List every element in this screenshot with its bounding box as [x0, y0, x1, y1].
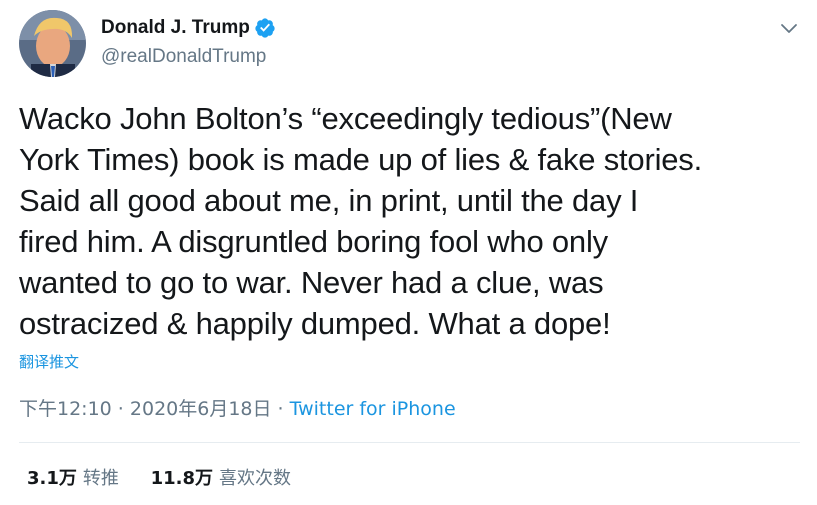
avatar-image — [19, 10, 86, 77]
retweets-count: 3.1万 — [27, 468, 77, 489]
tweet-meta: 下午12:10 · 2020年6月18日 · Twitter for iPhon… — [19, 396, 456, 422]
handle[interactable]: @realDonaldTrump — [101, 44, 276, 70]
chevron-down-icon[interactable] — [779, 18, 799, 38]
tweet-stats: 3.1万 转推 11.8万 喜欢次数 — [27, 466, 291, 492]
likes-count: 11.8万 — [150, 468, 214, 489]
verified-badge-icon — [254, 17, 276, 39]
tweet-card: Donald J. Trump @realDonaldTrump Wacko J… — [0, 0, 817, 505]
retweets-label: 转推 — [82, 468, 119, 489]
meta-separator: · — [111, 398, 130, 420]
display-name-row: Donald J. Trump — [101, 15, 276, 41]
display-name[interactable]: Donald J. Trump — [101, 15, 250, 41]
tweet-text: Wacko John Bolton’s “exceedingly tedious… — [19, 101, 703, 341]
retweets-stat[interactable]: 3.1万 转推 — [27, 466, 119, 492]
tweet-time[interactable]: 下午12:10 — [19, 398, 112, 420]
translate-tweet-link[interactable]: 翻译推文 — [19, 352, 79, 372]
meta-separator: · — [271, 398, 290, 420]
tweet-date[interactable]: 2020年6月18日 — [130, 398, 272, 420]
avatar[interactable] — [19, 10, 86, 77]
likes-stat[interactable]: 11.8万 喜欢次数 — [151, 466, 291, 492]
likes-label: 喜欢次数 — [219, 468, 292, 489]
divider — [19, 442, 800, 443]
author-block: Donald J. Trump @realDonaldTrump — [101, 15, 276, 70]
tweet-source-link[interactable]: Twitter for iPhone — [290, 398, 456, 420]
